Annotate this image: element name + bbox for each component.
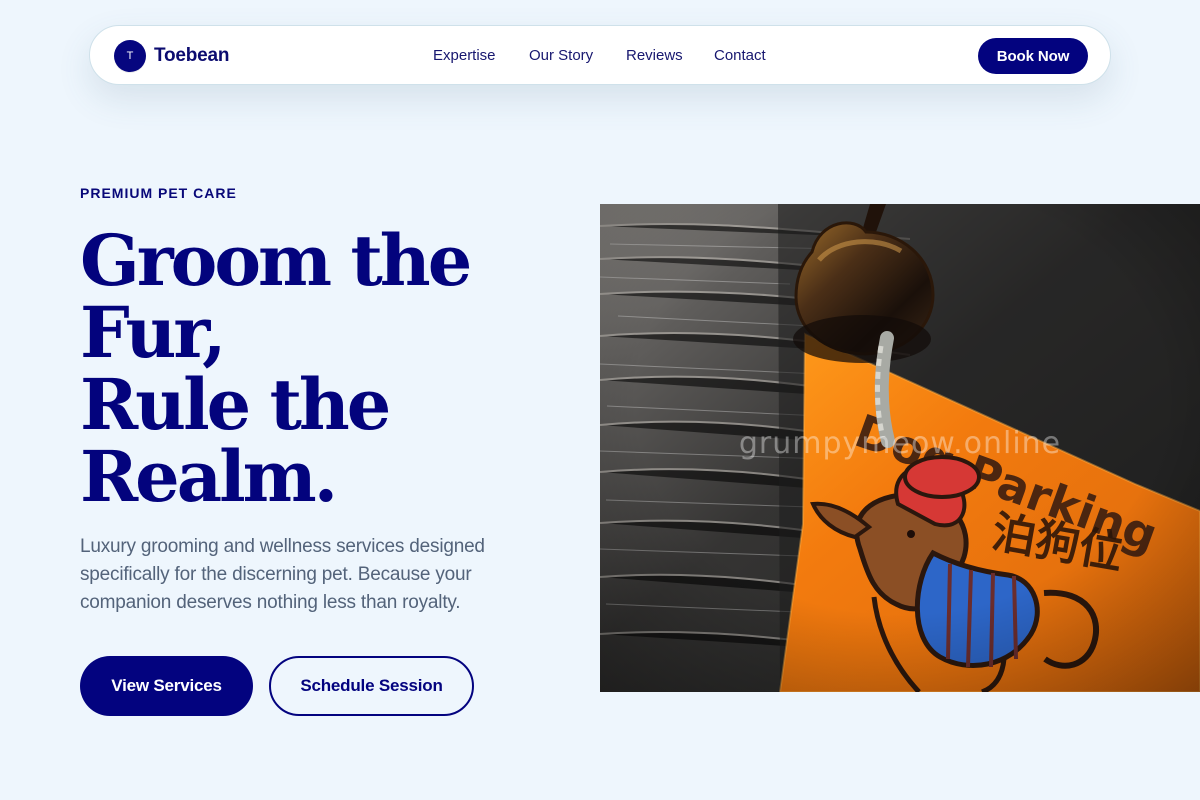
hero-headline: Groom the Fur, Rule the Realm. xyxy=(80,225,560,513)
eyebrow-label: PREMIUM PET CARE xyxy=(80,185,237,201)
top-navigation: T Toebean Expertise Our Story Reviews Co… xyxy=(89,25,1111,85)
hero-image: Dog Parking 泊狗位 grumpymeow.online xyxy=(600,204,1200,692)
headline-line-1: Groom the xyxy=(80,219,472,302)
hero-description: Luxury grooming and wellness services de… xyxy=(80,536,485,613)
brand-link[interactable]: T Toebean xyxy=(114,40,230,72)
nav-link-contact[interactable]: Contact xyxy=(714,46,766,66)
watermark: grumpymeow.online xyxy=(739,426,1061,461)
nav-link-reviews[interactable]: Reviews xyxy=(626,46,683,66)
nav-link-our-story[interactable]: Our Story xyxy=(529,46,593,66)
brand-mark: T xyxy=(114,40,146,72)
brand-name: Toebean xyxy=(154,45,230,66)
dog-parking-photo: Dog Parking 泊狗位 grumpymeow.online xyxy=(600,204,1200,692)
headline-line-4: Realm. xyxy=(80,435,338,518)
book-now-button[interactable]: Book Now xyxy=(978,38,1088,74)
headline-line-2: Fur, xyxy=(80,291,227,374)
nav-link-expertise[interactable]: Expertise xyxy=(433,46,496,66)
schedule-session-button[interactable]: Schedule Session xyxy=(269,656,474,716)
view-services-button[interactable]: View Services xyxy=(80,656,253,716)
headline-line-3: Rule the xyxy=(80,363,391,446)
